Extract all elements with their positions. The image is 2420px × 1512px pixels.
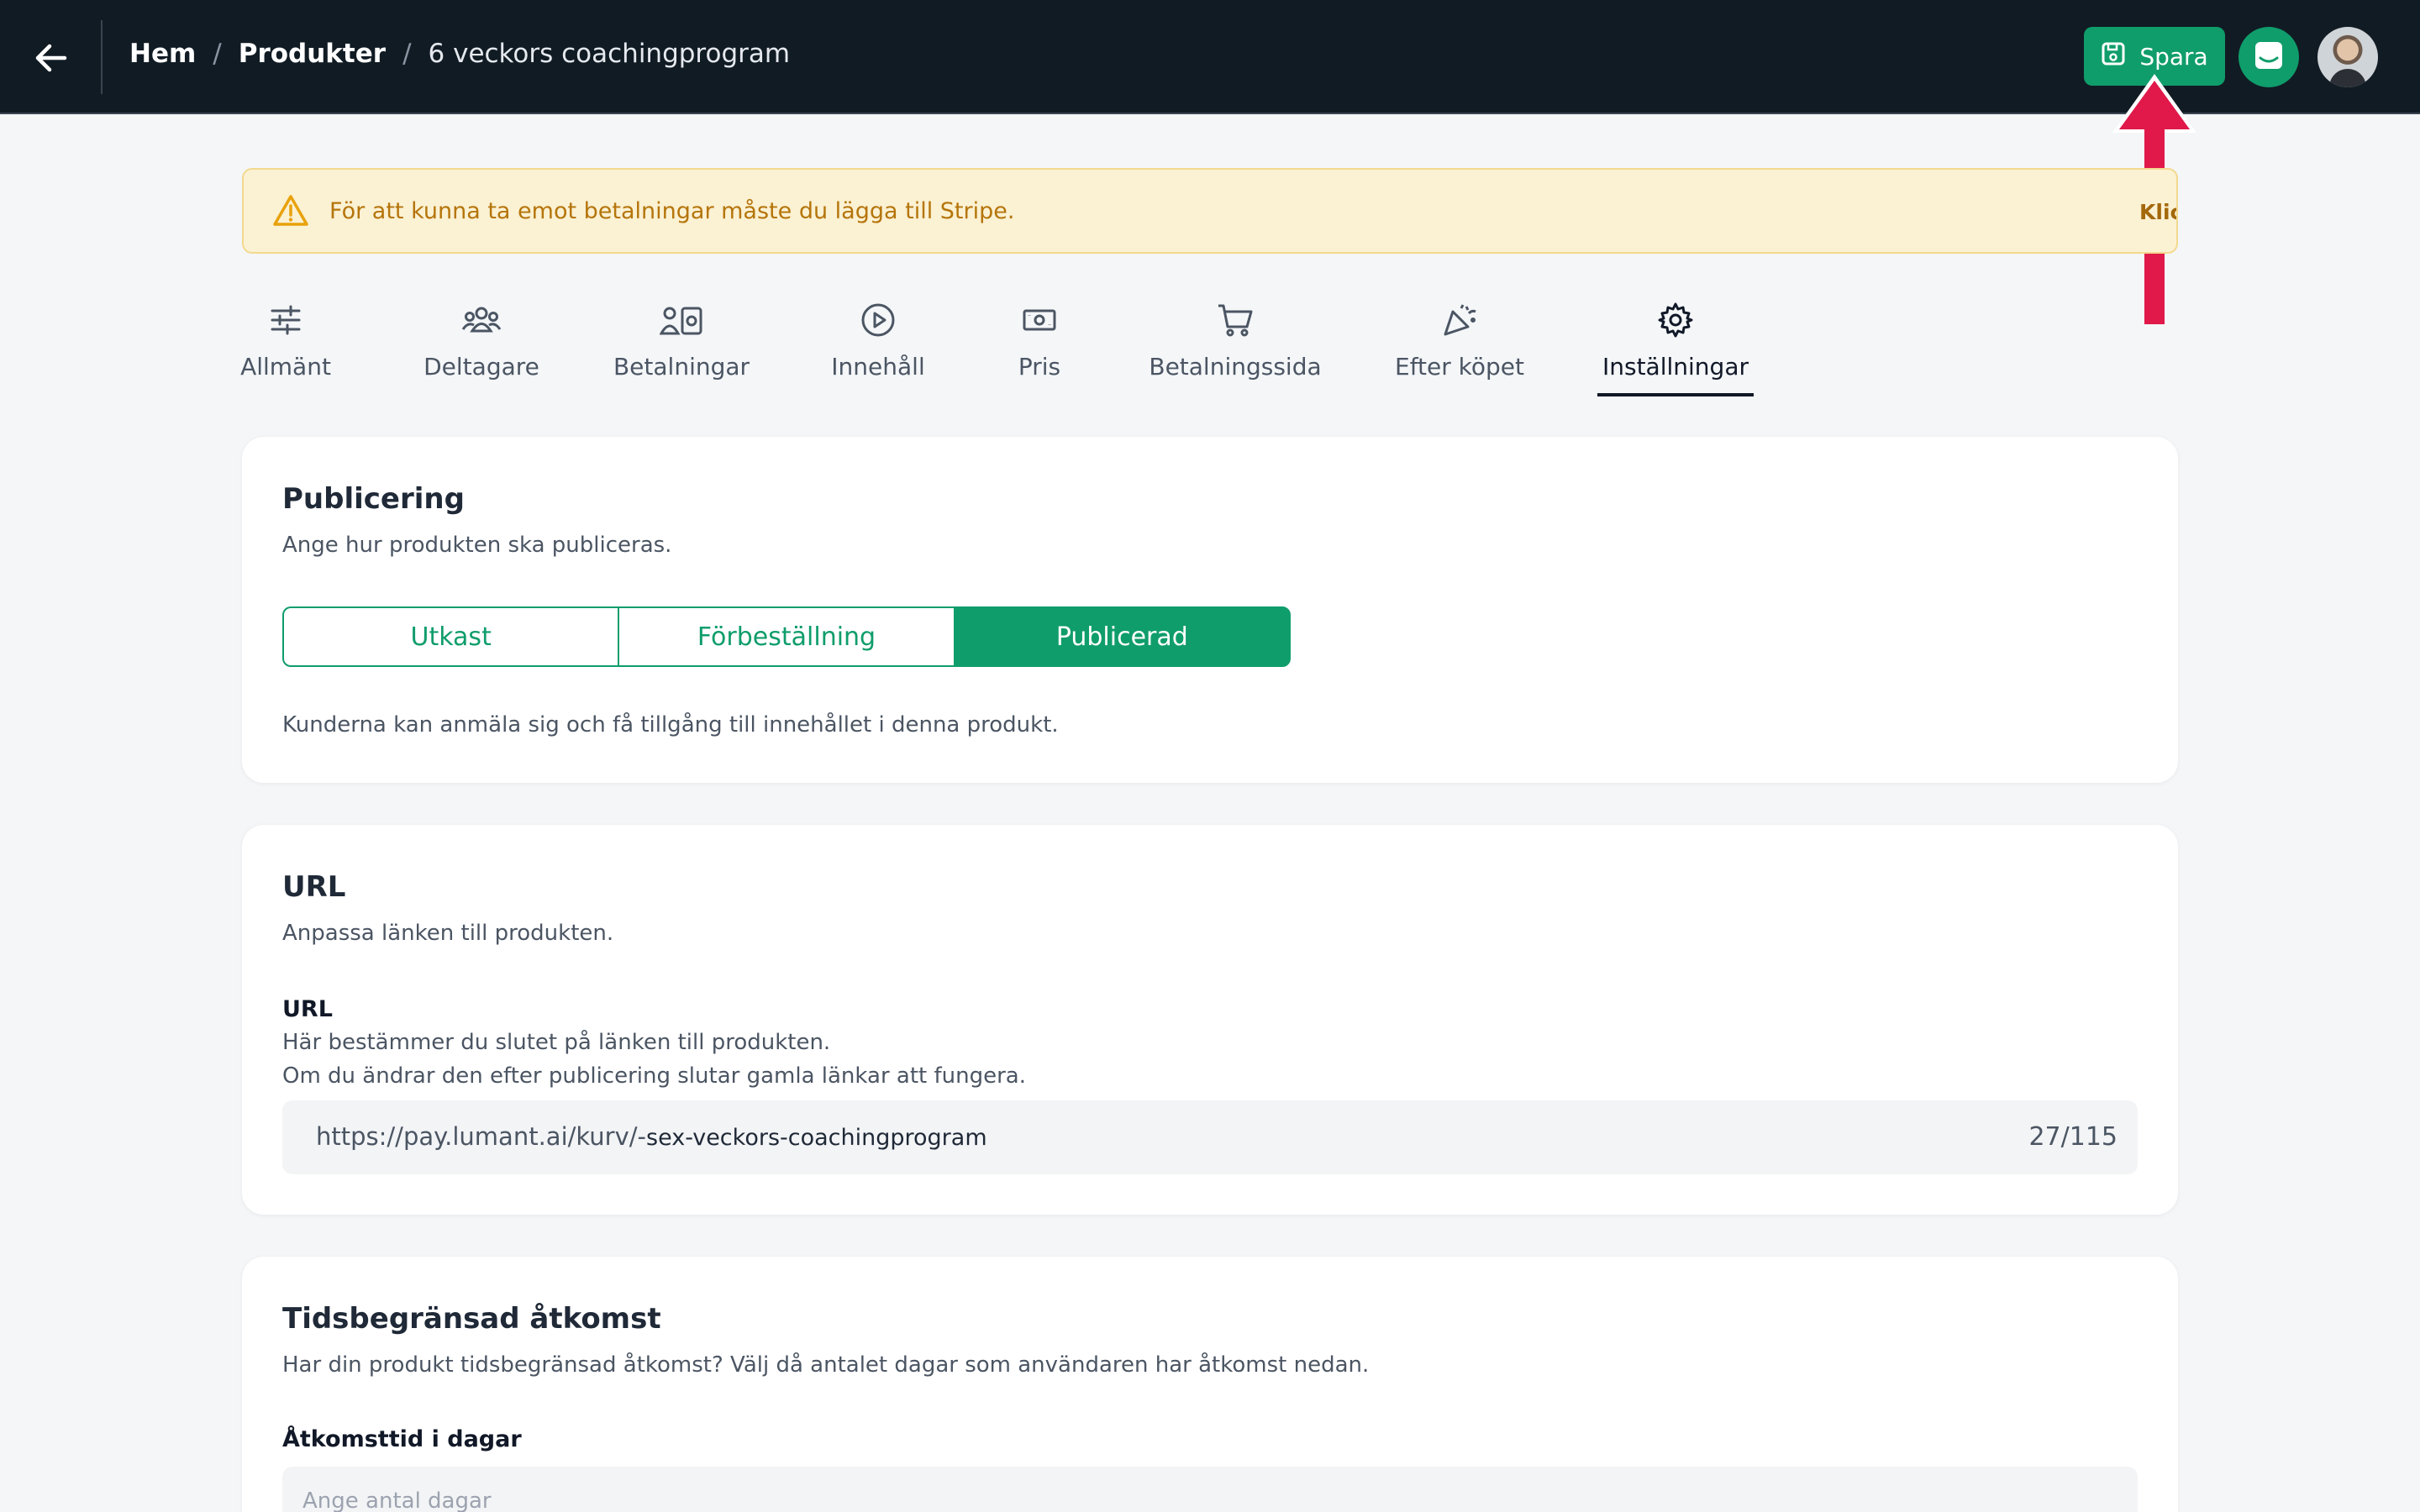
url-slug-value[interactable]: sex-veckors-coachingprogram: [646, 1125, 987, 1151]
publishing-title: Publicering: [282, 482, 465, 516]
breadcrumb-home[interactable]: Hem: [129, 39, 196, 69]
stripe-warning-banner: För att kunna ta emot betalningar måste …: [242, 168, 2178, 254]
url-input[interactable]: https://pay.lumant.ai/kurv/-sex-veckors-…: [282, 1100, 2138, 1174]
breadcrumb-separator: /: [402, 39, 412, 69]
breadcrumb-products[interactable]: Produkter: [239, 39, 386, 69]
tab-label: Innehåll: [831, 353, 925, 381]
top-bar: Hem / Produkter / 6 veckors coachingprog…: [0, 0, 2420, 114]
status-option-draft[interactable]: Utkast: [282, 606, 619, 667]
gear-icon: [1657, 296, 1694, 344]
play-circle-icon: [860, 296, 897, 344]
access-limit-card: Tidsbegränsad åtkomst Har din produkt ti…: [242, 1257, 2178, 1512]
users-icon: [460, 296, 502, 344]
party-popper-icon: [1441, 296, 1478, 344]
tab-label: Allmänt: [240, 353, 331, 381]
chat-icon: [2253, 39, 2285, 75]
tab-label: Betalningar: [613, 353, 750, 381]
url-prefix: https://pay.lumant.ai/kurv/-sex-veckors-…: [316, 1122, 987, 1151]
arrow-left-icon[interactable]: [30, 37, 72, 79]
warning-link[interactable]: Klicka här för att göra det: [2139, 200, 2176, 224]
tab-label: Deltagare: [424, 353, 539, 381]
annotation-arrow-head: [2119, 81, 2190, 129]
tab-label: Inställningar: [1602, 353, 1749, 381]
breadcrumb: Hem / Produkter / 6 veckors coachingprog…: [129, 39, 790, 69]
tab-deltagare[interactable]: Deltagare: [424, 296, 539, 396]
status-option-preorder[interactable]: Förbeställning: [618, 606, 954, 667]
url-card: URL Anpassa länken till produkten. URL H…: [242, 825, 2178, 1215]
breadcrumb-current: 6 veckors coachingprogram: [428, 39, 791, 69]
tab-pris[interactable]: Pris: [1017, 296, 1062, 396]
tab-betalningar[interactable]: Betalningar: [613, 296, 750, 396]
payments-icon: [660, 296, 703, 344]
publishing-description: Ange hur produkten ska publiceras.: [282, 533, 672, 558]
character-counter: 27/115: [2028, 1122, 2118, 1152]
access-title: Tidsbegränsad åtkomst: [282, 1302, 661, 1336]
url-title: URL: [282, 870, 346, 904]
url-hint: Om du ändrar den efter publicering sluta…: [282, 1063, 1026, 1089]
access-days-label: Åtkomsttid i dagar: [282, 1426, 522, 1452]
breadcrumb-separator: /: [213, 39, 222, 69]
status-option-published[interactable]: Publicerad: [953, 606, 1291, 667]
access-description: Har din produkt tidsbegränsad åtkomst? V…: [282, 1352, 1370, 1378]
url-hint: Här bestämmer du slutet på länken till p…: [282, 1030, 831, 1055]
sliders-icon: [269, 296, 302, 344]
access-days-input[interactable]: Ange antal dagar: [282, 1467, 2138, 1512]
avatar[interactable]: [2317, 27, 2378, 87]
tab-efter-kopet[interactable]: Efter köpet: [1395, 296, 1524, 396]
divider: [101, 20, 103, 94]
chat-button[interactable]: [2238, 27, 2299, 87]
tab-label: Betalningssida: [1149, 353, 1322, 381]
save-button-label: Spara: [2139, 42, 2208, 71]
access-days-placeholder: Ange antal dagar: [302, 1488, 492, 1512]
publishing-status-selector: Utkast Förbeställning Publicerad: [282, 606, 1291, 667]
cart-icon: [1216, 296, 1255, 344]
tab-label: Efter köpet: [1395, 353, 1524, 381]
tab-label: Pris: [1018, 353, 1061, 381]
warning-text: För att kunna ta emot betalningar måste …: [329, 198, 1015, 224]
banknote-icon: [1022, 296, 1057, 344]
url-description: Anpassa länken till produkten.: [282, 921, 614, 946]
tab-installningar[interactable]: Inställningar: [1597, 296, 1754, 396]
tab-allmant[interactable]: Allmänt: [240, 296, 331, 396]
floppy-disk-icon: [2101, 41, 2126, 72]
publishing-info: Kunderna kan anmäla sig och få tillgång …: [282, 712, 1059, 738]
tab-betalningssida[interactable]: Betalningssida: [1149, 296, 1322, 396]
url-field-label: URL: [282, 996, 333, 1022]
warning-triangle-icon: [272, 193, 309, 230]
publishing-card: Publicering Ange hur produkten ska publi…: [242, 437, 2178, 783]
tab-innehall[interactable]: Innehåll: [831, 296, 925, 396]
